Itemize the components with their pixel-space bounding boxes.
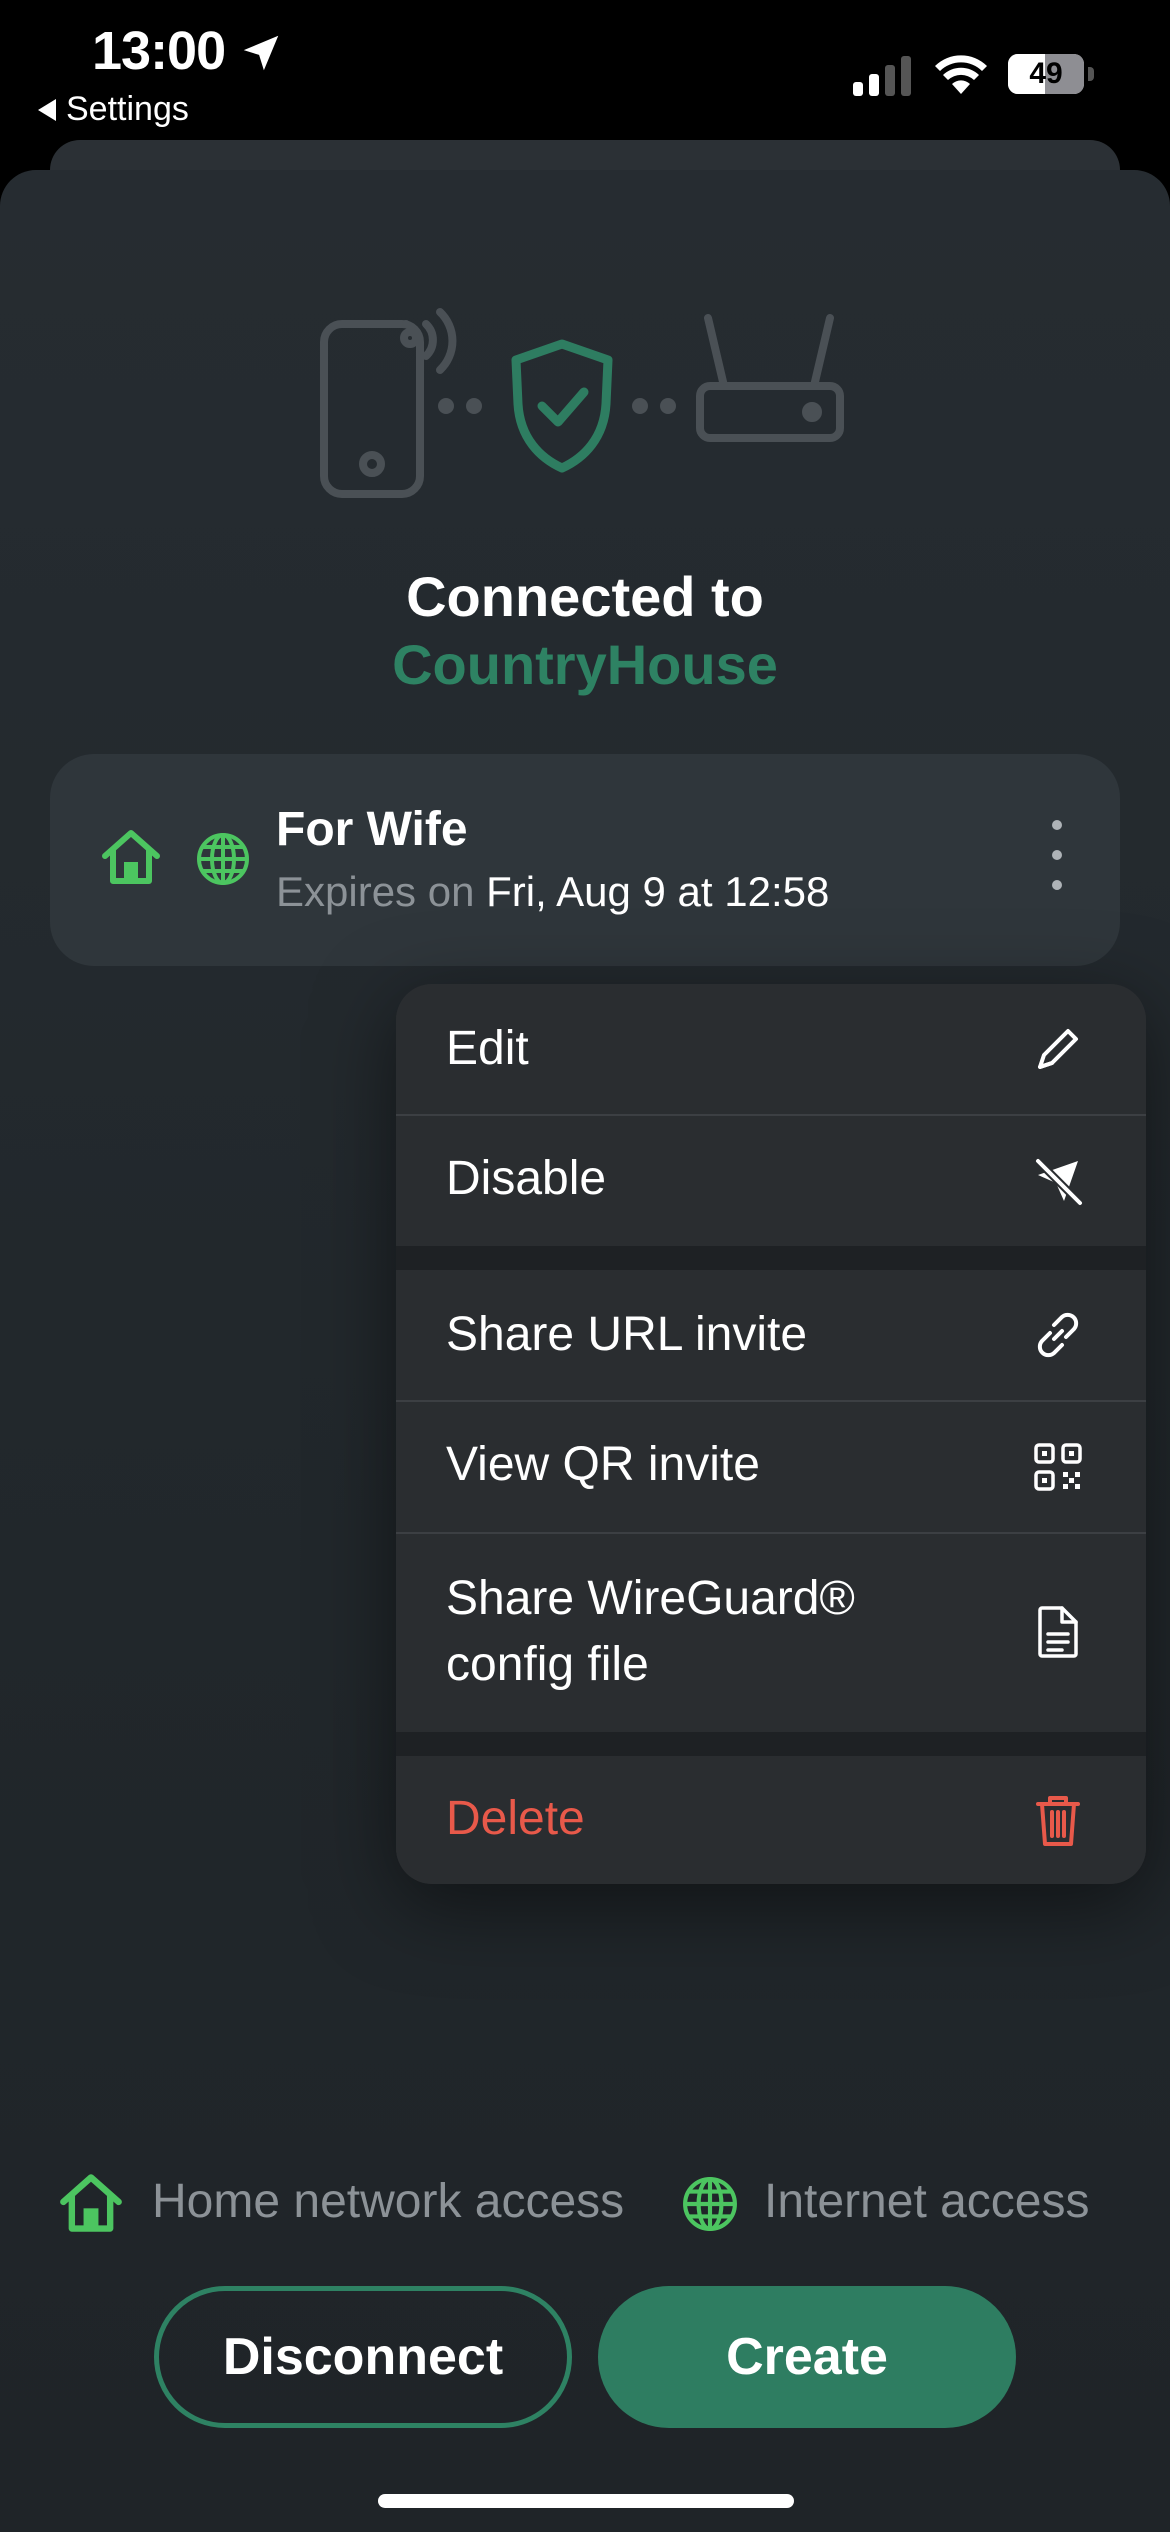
- trash-icon: [1036, 1796, 1080, 1846]
- wifi-icon: [935, 55, 987, 94]
- expiry-value: Fri, Aug 9 at 12:58: [486, 868, 830, 915]
- connection-illustration: [320, 308, 844, 498]
- status-bar: 13:00 Settings 49: [0, 0, 1170, 150]
- location-arrow-icon: [243, 35, 279, 71]
- menu-item-share-url[interactable]: Share URL invite: [396, 1270, 1146, 1400]
- invite-expiry: Expires on Fri, Aug 9 at 12:58: [276, 868, 829, 916]
- legend-home-label: Home network access: [152, 2175, 625, 2228]
- phone-icon: [320, 320, 424, 498]
- menu-item-edit-label: Edit: [446, 1022, 529, 1075]
- network-name: CountryHouse: [392, 633, 778, 696]
- menu-item-share-url-label: Share URL invite: [446, 1308, 808, 1361]
- back-arrow-icon: [38, 98, 56, 121]
- menu-item-share-config-line2: config file: [446, 1638, 649, 1691]
- shield-check-icon: [511, 339, 613, 473]
- qr-code-icon: [1034, 1443, 1082, 1491]
- battery-indicator: 49: [1008, 54, 1084, 94]
- legend-internet-label: Internet access: [764, 2175, 1090, 2228]
- menu-item-disable[interactable]: Disable: [396, 1116, 1146, 1246]
- menu-item-delete-label: Delete: [446, 1792, 585, 1845]
- menu-item-edit[interactable]: Edit: [396, 984, 1146, 1114]
- more-vertical-icon[interactable]: [1026, 806, 1086, 906]
- menu-item-view-qr[interactable]: View QR invite: [396, 1402, 1146, 1532]
- menu-group-gap: [396, 1732, 1146, 1756]
- connection-dots: [438, 398, 676, 414]
- back-app-label: Settings: [66, 90, 189, 128]
- cellular-signal-icon: [853, 56, 911, 96]
- status-time: 13:00: [92, 21, 226, 81]
- menu-item-disable-label: Disable: [446, 1152, 607, 1205]
- menu-item-view-qr-label: View QR invite: [446, 1438, 760, 1491]
- invite-context-menu: Edit Disable Share URL invite View QR in…: [396, 984, 1146, 1884]
- menu-item-delete[interactable]: Delete: [396, 1756, 1146, 1884]
- menu-group-gap: [396, 1246, 1146, 1270]
- globe-icon: [683, 2177, 737, 2231]
- back-to-settings[interactable]: Settings: [38, 90, 189, 129]
- battery-percent: 49: [1029, 57, 1063, 90]
- document-icon: [1038, 1606, 1078, 1658]
- access-legend: Home network access Internet access: [0, 2170, 1170, 2240]
- connection-title: Connected to: [406, 565, 764, 628]
- signal-waves-icon: [400, 308, 457, 374]
- create-button[interactable]: Create: [598, 2286, 1016, 2428]
- expiry-label: Expires on: [276, 868, 475, 915]
- home-icon: [102, 830, 160, 884]
- link-icon: [1037, 1312, 1079, 1358]
- router-icon: [696, 314, 844, 442]
- home-indicator: [378, 2494, 794, 2508]
- disconnect-button[interactable]: Disconnect: [154, 2286, 572, 2428]
- invite-card[interactable]: For Wife Expires on Fri, Aug 9 at 12:58: [50, 754, 1120, 966]
- menu-item-share-config-line1: Share WireGuard®: [446, 1572, 855, 1625]
- pencil-icon: [1038, 1029, 1078, 1069]
- paper-plane-slash-icon: [1034, 1157, 1084, 1207]
- battery-cap: [1088, 67, 1094, 81]
- invite-name: For Wife: [276, 803, 468, 856]
- menu-item-share-config[interactable]: Share WireGuard® config file: [396, 1534, 1146, 1732]
- globe-icon: [197, 833, 249, 885]
- home-icon: [60, 2174, 122, 2232]
